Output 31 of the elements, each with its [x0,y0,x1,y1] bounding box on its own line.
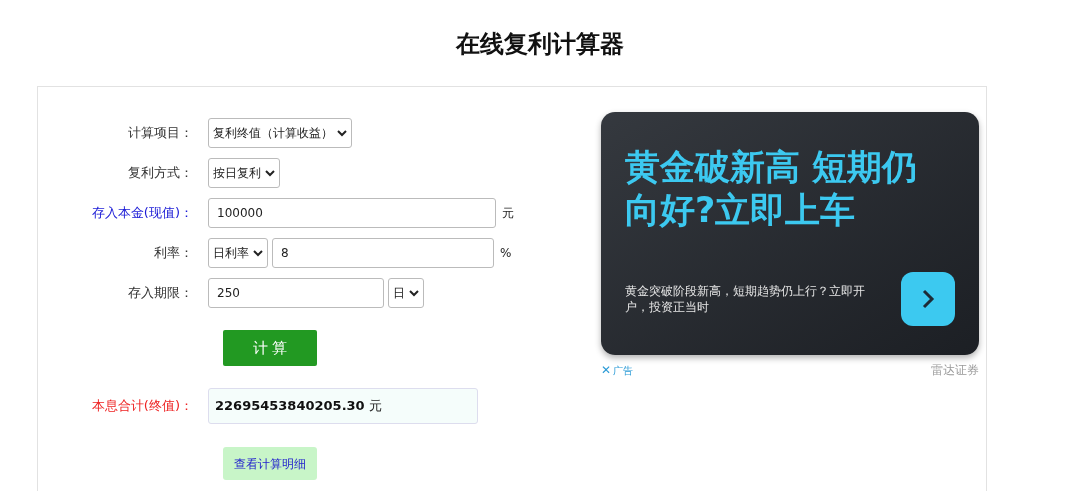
field-label: 计算项目： [128,124,193,143]
input-field[interactable]: 8 [272,238,494,268]
field-label: 存入期限： [128,284,193,303]
page-title: 在线复利计算器 [454,29,625,60]
chevron-down-icon [253,249,263,257]
dropdown[interactable]: 按日复利 [208,158,280,188]
advertiser-name: 雷达证券 [931,362,979,379]
ad-card[interactable]: 黄金破新高 短期仍向好?立即上车 黄金突破阶段新高，短期趋势仍上行？立即开户，投资正当时 [601,112,979,355]
details-button[interactable]: 查看计算明细 [223,447,317,480]
chevron-down-icon [265,169,275,177]
ad-tag: 广告 [613,362,634,378]
input-field[interactable]: 250 [208,278,384,308]
chevron-down-icon [337,129,347,137]
arrow-button[interactable] [901,272,955,326]
unit-label: % [500,245,512,262]
chevron-down-icon [409,289,419,297]
input-field[interactable]: 100000 [208,198,496,228]
unit-label: 元 [502,205,514,222]
ad-headline: 黄金破新高 短期仍向好?立即上车 [625,146,919,232]
field-label: 复利方式： [128,164,193,183]
dropdown[interactable]: 复利终值（计算收益） [208,118,352,148]
chevron-right-icon [921,288,935,310]
field-label: 本息合计(终值)： [91,397,193,416]
dropdown[interactable]: 日 [388,278,424,308]
calculate-button[interactable]: 计 算 [223,330,317,366]
dropdown[interactable]: 日利率 [208,238,268,268]
result-value: 22695453840205.30 [215,397,365,416]
unit-label: 元 [368,397,382,416]
field-label: 利率： [154,244,193,263]
field-label: 存入本金(现值)： [91,204,193,223]
ad-description: 黄金突破阶段新高，短期趋势仍上行？立即开户，投资正当时 [625,283,866,315]
